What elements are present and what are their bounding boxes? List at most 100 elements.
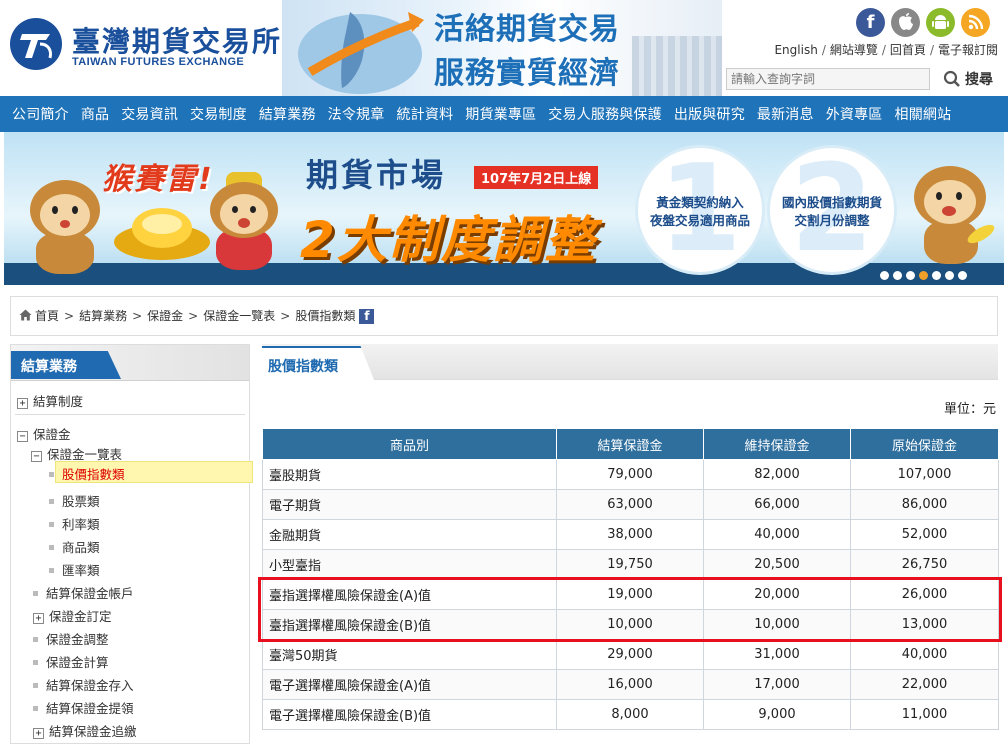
expand-icon[interactable]: + [33, 728, 44, 739]
monkey-right-illustration [204, 172, 284, 272]
sidebar-item-stock[interactable]: 股票類 [49, 491, 100, 510]
carousel-dot-1[interactable] [880, 271, 889, 280]
sidebar-item-label: 結算保證金帳戶 [46, 586, 134, 601]
link-home[interactable]: 回首頁 [890, 43, 926, 57]
breadcrumb-home[interactable]: 首頁 [35, 309, 59, 323]
carousel-dot-7[interactable] [958, 271, 967, 280]
nav-foreign[interactable]: 外資專區 [820, 104, 889, 124]
nav-related-sites[interactable]: 相關網站 [889, 104, 958, 124]
slogan-line-1: 活絡期貨交易 [434, 12, 620, 47]
promo-point-1-line1: 黃金類契約納入 [656, 195, 744, 210]
carousel-dot-4[interactable] [919, 271, 928, 280]
table-row: 金融期貨 38,000 40,000 52,000 [262, 519, 999, 550]
facebook-share-icon[interactable]: f [359, 309, 375, 324]
nav-trading-info[interactable]: 交易資訊 [115, 104, 184, 124]
collapse-icon[interactable]: − [17, 431, 28, 442]
bullet-icon [33, 660, 38, 665]
col-maintenance-margin: 維持保證金 [703, 428, 851, 460]
sidebar-item-margin[interactable]: − 保證金 [17, 424, 71, 443]
sidebar-item-withdraw[interactable]: 結算保證金提領 [33, 698, 134, 717]
collapse-icon[interactable]: − [31, 451, 42, 462]
cell-clearing: 63,000 [556, 489, 704, 520]
site-header: 臺灣期貨交易所 TAIWAN FUTURES EXCHANGE 活絡期貨交易 服… [0, 0, 1008, 96]
site-logo[interactable]: 臺灣期貨交易所 TAIWAN FUTURES EXCHANGE [10, 18, 280, 78]
nav-news[interactable]: 最新消息 [751, 104, 820, 124]
sidebar-item-settlement-system[interactable]: + 結算制度 [17, 391, 83, 410]
table-row: 電子選擇權風險保證金(A)值 16,000 17,000 22,000 [262, 669, 999, 700]
sidebar-title: 結算業務 [11, 351, 121, 379]
cell-product: 電子選擇權風險保證金(B)值 [262, 699, 557, 730]
col-clearing-margin: 結算保證金 [556, 428, 704, 460]
expand-icon[interactable]: + [17, 398, 28, 409]
breadcrumb-margin[interactable]: 保證金 [147, 309, 183, 323]
apple-icon[interactable] [891, 8, 920, 37]
sidebar-item-margin-setting[interactable]: + 保證金訂定 [33, 606, 112, 625]
sidebar-item-margin-account[interactable]: 結算保證金帳戶 [33, 583, 134, 602]
sidebar-item-fx[interactable]: 匯率類 [49, 560, 100, 579]
link-english[interactable]: English [774, 43, 817, 57]
tab-index-futures[interactable]: 股價指數類 [262, 346, 374, 380]
breadcrumb-current[interactable]: 股價指數類 [295, 309, 355, 323]
main-nav: 公司簡介 商品 交易資訊 交易制度 結算業務 法令規章 統計資料 期貨業專區 交… [0, 96, 1008, 132]
table-row: 臺灣50期貨 29,000 31,000 40,000 [262, 639, 999, 670]
nav-products[interactable]: 商品 [75, 104, 115, 124]
expand-icon[interactable]: + [33, 613, 44, 624]
breadcrumb-margin-list[interactable]: 保證金一覽表 [203, 309, 275, 323]
cell-initial: 26,000 [850, 579, 999, 610]
cell-clearing: 16,000 [556, 669, 704, 700]
cell-clearing: 79,000 [556, 459, 704, 490]
table-row: 臺指選擇權風險保證金(A)值 19,000 20,000 26,000 [262, 579, 999, 610]
cell-clearing: 38,000 [556, 519, 704, 550]
sidebar-item-label: 結算保證金存入 [46, 678, 134, 693]
bullet-icon [33, 706, 38, 711]
promo-launch-date: 107年7月2日上線 [474, 166, 599, 189]
nav-about[interactable]: 公司簡介 [6, 104, 75, 124]
nav-publications[interactable]: 出版與研究 [668, 104, 751, 124]
sidebar-item-margin-call[interactable]: + 結算保證金追繳 [33, 721, 137, 740]
cell-initial: 11,000 [850, 699, 999, 730]
breadcrumb-clearing[interactable]: 結算業務 [79, 309, 127, 323]
sidebar-item-label: 匯率類 [62, 563, 100, 578]
nav-statistics[interactable]: 統計資料 [390, 104, 459, 124]
city-skyline-graphic [632, 36, 722, 96]
carousel-dot-5[interactable] [932, 271, 941, 280]
nav-clearing[interactable]: 結算業務 [253, 104, 322, 124]
cell-maintenance: 66,000 [703, 489, 851, 520]
sidebar-item-margin-calc[interactable]: 保證金計算 [33, 652, 109, 671]
sidebar-item-margin-adjust[interactable]: 保證金調整 [33, 629, 109, 648]
sidebar-item-commodity[interactable]: 商品類 [49, 537, 100, 556]
cell-product: 臺指選擇權風險保證金(A)值 [262, 579, 557, 610]
search-input[interactable] [726, 68, 930, 90]
facebook-icon[interactable]: f [856, 8, 885, 37]
link-sitemap[interactable]: 網站導覽 [830, 43, 878, 57]
sidebar-item-label: 保證金訂定 [49, 609, 112, 624]
cell-clearing: 19,000 [556, 579, 704, 610]
bullet-icon [49, 472, 54, 477]
link-newsletter[interactable]: 電子報訂閱 [938, 43, 998, 57]
sidebar-header: 結算業務 [11, 345, 249, 381]
nav-industry[interactable]: 期貨業專區 [459, 104, 542, 124]
cell-maintenance: 9,000 [703, 699, 851, 730]
cell-maintenance: 17,000 [703, 669, 851, 700]
monkey-banana-illustration [910, 162, 997, 272]
margin-table: 商品別 結算保證金 維持保證金 原始保證金 臺股期貨 79,000 82,000 10… [262, 428, 999, 730]
rss-icon[interactable] [961, 8, 990, 37]
search-button[interactable]: 搜尋 [938, 66, 998, 92]
sidebar-item-rate[interactable]: 利率類 [49, 514, 100, 533]
cell-product: 小型臺指 [262, 549, 557, 580]
carousel-dot-2[interactable] [893, 271, 902, 280]
nav-regulations[interactable]: 法令規章 [322, 104, 391, 124]
monkey-left-illustration [22, 180, 112, 275]
promo-point-2-line1: 國內股價指數期貨 [781, 195, 882, 210]
cell-maintenance: 31,000 [703, 639, 851, 670]
nav-investor-protection[interactable]: 交易人服務與保護 [542, 104, 668, 124]
gold-ingot-icon [114, 208, 210, 260]
carousel-dot-3[interactable] [906, 271, 915, 280]
sidebar-item-index[interactable]: 股價指數類 [49, 464, 125, 483]
carousel-dot-6[interactable] [945, 271, 954, 280]
sidebar-item-label: 結算制度 [33, 394, 84, 409]
promo-banner[interactable]: 猴賽雷! 期貨市場 107年7月2日上線 2大制度調整 1 黃金類契約納入 夜盤交… [4, 132, 1004, 285]
android-icon[interactable] [926, 8, 955, 37]
sidebar-item-deposit[interactable]: 結算保證金存入 [33, 675, 134, 694]
nav-trading-system[interactable]: 交易制度 [184, 104, 253, 124]
